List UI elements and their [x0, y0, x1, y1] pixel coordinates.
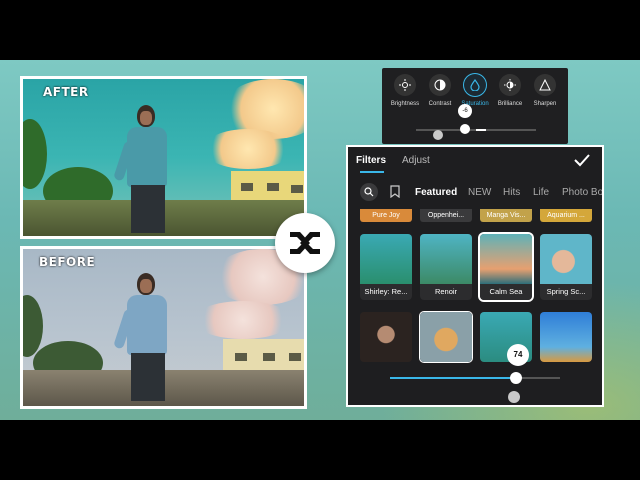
tool-sharpen[interactable]: Sharpen [527, 74, 563, 107]
tab-filters[interactable]: Filters [356, 155, 386, 166]
panel-tabs: Filters Adjust [348, 147, 602, 175]
filter-chip[interactable]: Pure Joy [360, 209, 412, 222]
filter-thumb-palms[interactable] [540, 312, 592, 362]
capcut-logo [275, 213, 335, 273]
filter-thumb-spring-scene[interactable]: Spring Sc... [540, 234, 592, 300]
filter-label: Renoir [420, 284, 472, 300]
tool-label: Brilliance [497, 101, 523, 107]
search-icon[interactable] [360, 183, 378, 201]
person [113, 105, 175, 236]
category-hits[interactable]: Hits [503, 187, 520, 198]
bookmark-icon[interactable] [390, 185, 400, 203]
active-tab-indicator [360, 171, 384, 173]
tool-label: Sharpen [533, 101, 557, 107]
adjust-drag-handle[interactable] [433, 130, 443, 140]
tab-adjust[interactable]: Adjust [402, 155, 430, 166]
confirm-check-icon[interactable] [574, 153, 590, 172]
triangle-icon [534, 74, 556, 96]
intensity-slider-knob[interactable] [510, 372, 522, 384]
intensity-slider-track[interactable] [390, 377, 560, 379]
filter-thumb-renoir[interactable]: Renoir [420, 234, 472, 300]
filter-chip[interactable]: Oppenhei... [420, 209, 472, 222]
filter-categories: Featured NEW Hits Life Photo Bo [348, 181, 602, 203]
filter-thumb-calm-sea[interactable]: Calm Sea [480, 234, 532, 300]
before-label: BEFORE [39, 255, 96, 269]
panel-drag-handle[interactable] [508, 391, 520, 403]
filter-label: Shirley: Re... [360, 284, 412, 300]
filters-panel: Filters Adjust Featured NEW Hits Life Ph… [346, 145, 604, 407]
cloud [193, 301, 293, 339]
adjust-toolbar: Brightness Contrast Saturation Brillianc… [382, 68, 568, 144]
category-new[interactable]: NEW [468, 187, 491, 198]
filter-thumb-portrait[interactable] [360, 312, 412, 362]
tool-brightness[interactable]: Brightness [387, 74, 423, 107]
capcut-icon [290, 232, 320, 254]
intensity-value-badge: 74 [507, 344, 529, 366]
after-photo: AFTER [20, 76, 307, 239]
filter-chip[interactable]: Manga Vis... [480, 209, 532, 222]
tool-brilliance[interactable]: Brilliance [492, 74, 528, 107]
before-photo: BEFORE [20, 246, 307, 409]
after-label: AFTER [43, 85, 89, 99]
filter-thumb-cat[interactable] [420, 312, 472, 362]
category-featured[interactable]: Featured [415, 187, 457, 198]
tool-label: Brightness [390, 101, 420, 107]
drop-icon [464, 74, 486, 96]
filter-chip[interactable]: Aquarium ... [540, 209, 592, 222]
person [113, 273, 175, 406]
filter-label: Calm Sea [480, 284, 532, 300]
brilliance-icon [499, 74, 521, 96]
category-photo-booth[interactable]: Photo Bo [562, 187, 602, 198]
cloud [203, 129, 293, 169]
filter-thumb-shirley[interactable]: Shirley: Re... [360, 234, 412, 300]
contrast-icon [429, 74, 451, 96]
tool-label: Contrast [428, 101, 452, 107]
tool-saturation[interactable]: Saturation [457, 74, 493, 107]
sun-icon [394, 74, 416, 96]
adjust-value-bubble: -6 [458, 104, 472, 118]
adjust-slider-knob[interactable] [460, 124, 470, 134]
partial-filter-row: Pure Joy Oppenhei... Manga Vis... Aquari… [348, 209, 602, 223]
filter-label: Spring Sc... [540, 284, 592, 300]
category-life[interactable]: Life [533, 187, 549, 198]
tool-contrast[interactable]: Contrast [422, 74, 458, 107]
